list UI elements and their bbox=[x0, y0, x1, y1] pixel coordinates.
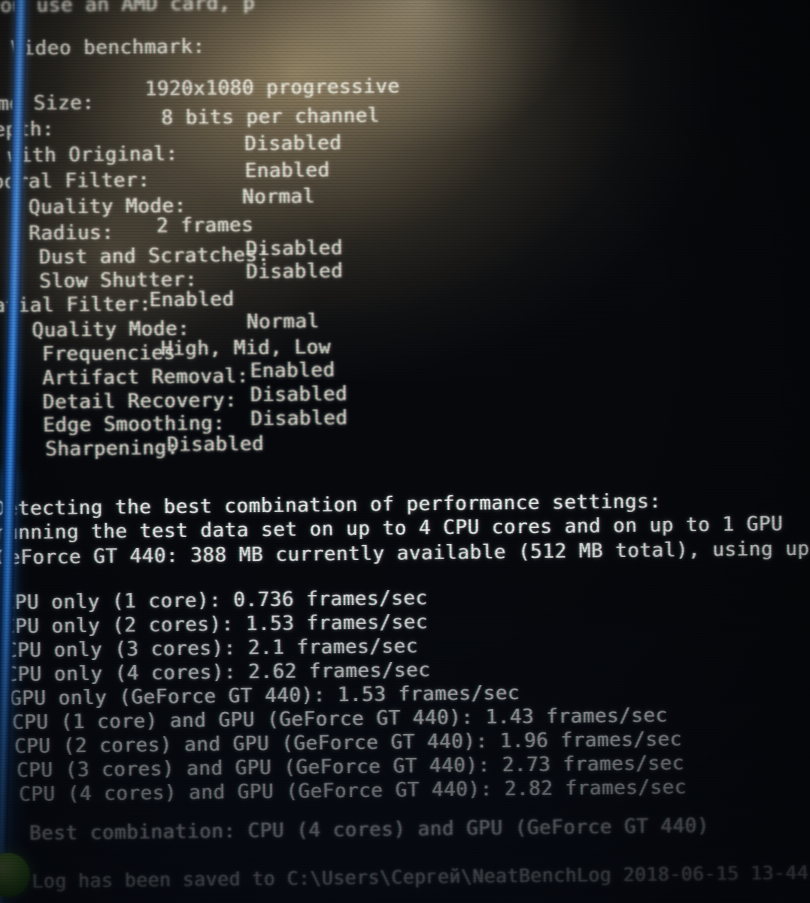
setting-label-frequencies: Frequencies bbox=[17, 341, 176, 366]
setting-value-dust-and-scratches: Disabled bbox=[245, 236, 344, 261]
benchmark-title: t Video benchmark: bbox=[0, 34, 206, 61]
setting-label-mix-with-original: k with Original: bbox=[0, 141, 179, 168]
setting-label-bitdepth: depth: bbox=[0, 117, 55, 142]
log-path-line: Log has been saved to C:\Users\Сергей\Ne… bbox=[31, 862, 810, 893]
setting-label-artifact-removal: Artifact Removal: bbox=[18, 364, 250, 390]
setting-value-spatial-quality-mode: Normal bbox=[246, 309, 320, 334]
setting-value-spatial-filter: Enabled bbox=[149, 287, 235, 312]
setting-value-bitdepth: 8 bits per channel bbox=[161, 103, 380, 130]
setting-value-frame-size: 1920x1080 progressive bbox=[144, 74, 401, 101]
setting-value-artifact-removal: Enabled bbox=[250, 358, 336, 383]
setting-value-frequencies: High, Mid, Low bbox=[160, 335, 332, 361]
setting-label-dust-and-scratches: Dust and Scratches: bbox=[14, 242, 270, 269]
setting-label-detail-recovery: Detail Recovery: bbox=[18, 388, 238, 414]
setting-value-detail-recovery: Disabled bbox=[250, 382, 348, 407]
setting-value-temporal-filter: Enabled bbox=[244, 158, 331, 183]
setting-label-sharpening: Sharpening: bbox=[20, 435, 180, 461]
result-row: CPU only (2 cores): 1.53 frames/sec bbox=[2, 610, 429, 639]
result-row: CPU only (1 core): 0.736 frames/sec bbox=[2, 586, 428, 615]
result-row: CPU only (3 cores): 2.1 frames/sec bbox=[5, 634, 419, 662]
cutoff-header-line: you use an AMD card, p bbox=[0, 0, 256, 18]
setting-value-radius: 2 frames bbox=[156, 213, 254, 238]
setting-value-mix-with-original: Disabled bbox=[244, 131, 342, 156]
console-window[interactable]: you use an AMD card, p t Video benchmark… bbox=[0, 0, 810, 903]
setting-value-temporal-quality-mode: Normal bbox=[242, 184, 316, 209]
monitor-photo: you use an AMD card, p t Video benchmark… bbox=[0, 0, 810, 903]
setting-label-spatial-filter: patial Filter: bbox=[0, 292, 152, 318]
result-row: CPU only (4 cores): 2.62 frames/sec bbox=[5, 658, 431, 686]
setting-value-edge-smoothing: Disabled bbox=[250, 406, 349, 431]
setting-value-slow-shutter: Disabled bbox=[245, 259, 344, 284]
best-combination-line: Best combination: CPU (4 cores) and GPU … bbox=[29, 814, 710, 845]
setting-value-sharpening: Disabled bbox=[166, 432, 265, 457]
